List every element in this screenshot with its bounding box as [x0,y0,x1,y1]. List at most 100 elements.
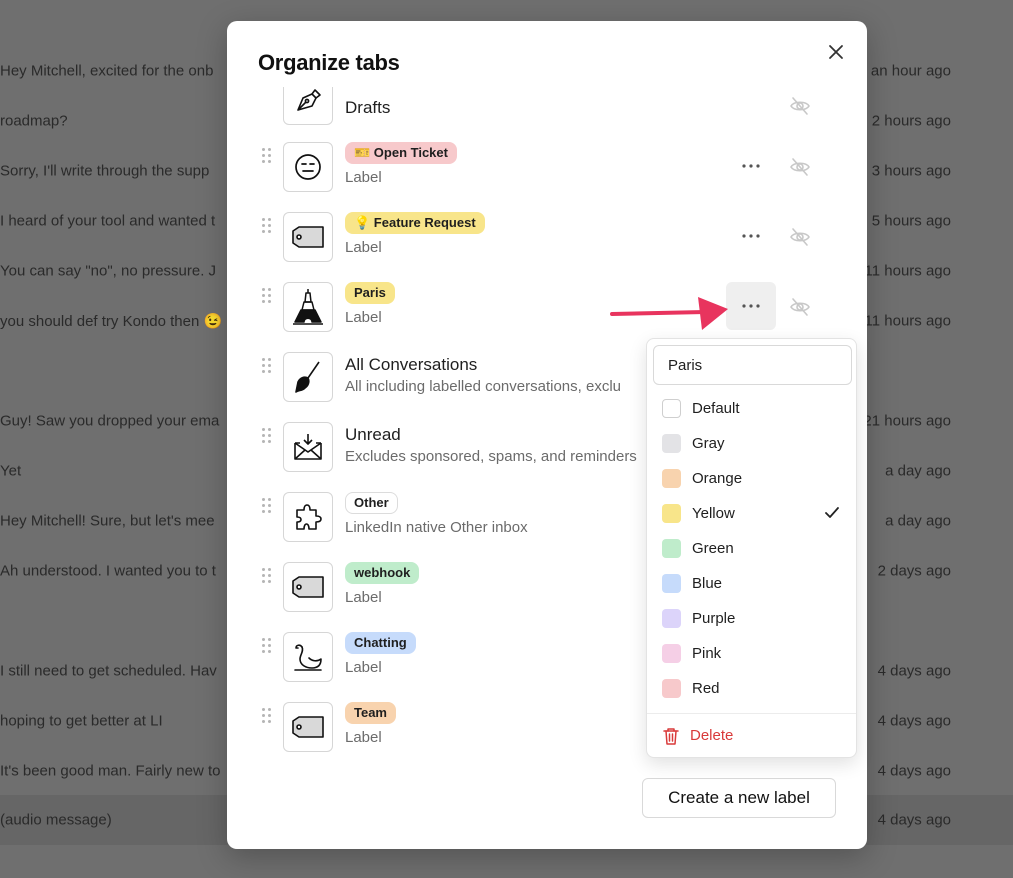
conversation-snippet: I heard of your tool and wanted t [0,212,216,230]
color-option-default[interactable]: Default [647,391,856,426]
drag-handle-icon[interactable] [262,638,272,654]
modal-title: Organize tabs [258,50,400,75]
color-option-yellow[interactable]: Yellow [647,496,856,531]
inbox-envelope-icon [283,422,333,472]
conversation-time: 4 days ago [877,762,951,780]
conversation-snippet: Hey Mitchell, excited for the onb [0,62,214,80]
drag-handle-icon[interactable] [262,87,272,93]
label-pill: Chatting [345,632,416,654]
label-pill: webhook [345,562,420,584]
swan-icon [283,632,333,682]
color-option-purple[interactable]: Purple [647,601,856,636]
conversation-time: 4 days ago [877,712,951,730]
dropdown-divider [647,713,856,714]
conversation-time: a day ago [885,462,951,480]
color-swatch [662,539,681,558]
trash-icon [663,727,679,745]
conversation-time: 4 days ago [877,811,951,829]
color-label: Blue [692,575,723,592]
conversation-snippet: Guy! Saw you dropped your ema [0,412,220,430]
drag-handle-icon[interactable] [262,218,272,234]
conversation-snippet: Ah understood. I wanted you to t [0,562,216,580]
color-swatch [662,574,681,593]
conversation-time: 3 hours ago [871,162,951,180]
drag-handle-icon[interactable] [262,148,272,164]
close-icon[interactable] [825,41,847,63]
color-swatch [662,504,681,523]
tab-row-drafts[interactable]: Drafts [227,87,867,135]
conversation-snippet: roadmap? [0,112,68,130]
color-option-gray[interactable]: Gray [647,426,856,461]
label-pill: Paris [345,282,395,304]
conversation-snippet: Sorry, I'll write through the supp [0,162,210,180]
color-option-orange[interactable]: Orange [647,461,856,496]
label-pill: Other [345,492,398,514]
tab-name: Drafts [345,98,391,117]
color-swatch [662,609,681,628]
checkmark-icon [824,505,840,521]
conversation-snippet: (audio message) [0,811,112,829]
color-option-green[interactable]: Green [647,531,856,566]
conversation-snippet: Hey Mitchell! Sure, but let's mee [0,512,215,530]
more-options-button[interactable] [726,142,776,190]
conversation-snippet: hoping to get better at LI [0,712,163,730]
color-swatch [662,644,681,663]
color-label: Pink [692,645,722,662]
label-name-input[interactable] [653,345,852,385]
color-label: Yellow [692,505,735,522]
color-label: Orange [692,470,743,487]
tab-row-open-ticket[interactable]: 🎫 Open Ticket Label [227,142,867,202]
tag-icon [283,562,333,612]
color-option-red[interactable]: Red [647,671,856,706]
color-label: Gray [692,435,725,452]
conversation-time: 11 hours ago [864,262,951,280]
eye-off-icon[interactable] [789,156,811,178]
drag-handle-icon[interactable] [262,568,272,584]
label-pill: 🎫 Open Ticket [345,142,457,164]
color-option-pink[interactable]: Pink [647,636,856,671]
drag-handle-icon[interactable] [262,428,272,444]
drag-handle-icon[interactable] [262,498,272,514]
color-label: Red [692,680,720,697]
color-swatch [662,399,681,418]
eye-off-icon[interactable] [789,95,811,117]
label-pill: 💡 Feature Request [345,212,485,234]
conversation-snippet: Yet [0,462,22,480]
create-label-button[interactable]: Create a new label [642,778,836,818]
conversation-time: a day ago [885,512,951,530]
neutral-face-icon [283,142,333,192]
tag-icon [283,702,333,752]
conversation-time: 2 hours ago [871,112,951,130]
drag-handle-icon[interactable] [262,708,272,724]
color-label: Purple [692,610,736,627]
conversation-time: 5 hours ago [871,212,951,230]
color-swatch [662,469,681,488]
tab-row-feature-request[interactable]: 💡 Feature Request Label [227,212,867,272]
conversation-snippet: You can say "no", no pressure. J [0,262,217,280]
conversation-time: an hour ago [870,62,951,80]
tab-subtitle: Label [345,239,382,256]
puzzle-icon [283,492,333,542]
drag-handle-icon[interactable] [262,358,272,374]
color-swatch [662,679,681,698]
color-label: Default [692,400,740,417]
conversation-time: 11 hours ago [864,312,951,330]
tab-row-paris[interactable]: Paris Label [227,282,867,342]
color-label: Green [692,540,734,557]
delete-label-button[interactable]: Delete [647,721,856,751]
drag-handle-icon[interactable] [262,288,272,304]
conversation-time: 4 days ago [877,662,951,680]
tag-icon [283,212,333,262]
eye-off-icon[interactable] [789,296,811,318]
pointer-arrow-icon [610,290,735,335]
eye-off-icon[interactable] [789,226,811,248]
conversation-snippet: It's been good man. Fairly new to [0,762,221,780]
conversation-time: 21 hours ago [863,412,951,430]
eiffel-tower-icon [283,282,333,332]
more-options-button[interactable] [726,212,776,260]
delete-label: Delete [690,727,734,744]
conversation-snippet: you should def try Kondo then 😉 [0,313,223,330]
color-option-blue[interactable]: Blue [647,566,856,601]
color-swatch [662,434,681,453]
label-pill: Team [345,702,396,724]
